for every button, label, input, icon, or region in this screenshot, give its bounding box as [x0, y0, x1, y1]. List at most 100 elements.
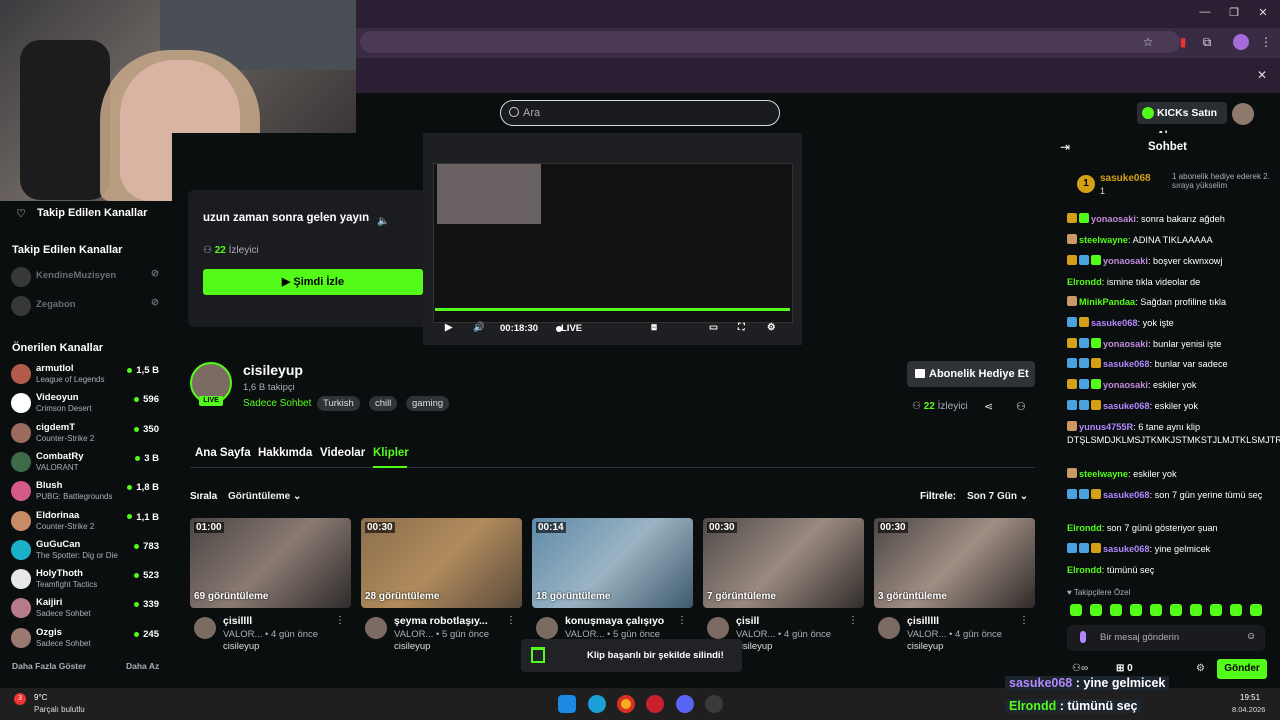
- clip-thumbnail[interactable]: 00:30 3 görüntüleme: [874, 518, 1035, 608]
- clip-title[interactable]: konuşmaya çalışıyo: [565, 615, 664, 627]
- more-options-icon[interactable]: ⋮: [677, 615, 687, 626]
- clip-title[interactable]: şeyma robotlaşıy...: [394, 615, 488, 627]
- emote-icon[interactable]: [1190, 604, 1202, 616]
- clip-thumbnail[interactable]: 00:30 7 görüntüleme: [703, 518, 864, 608]
- tab-about[interactable]: Hakkımda: [258, 447, 312, 459]
- chat-username[interactable]: steelwayne: [1079, 235, 1128, 245]
- emote-icon[interactable]: [1150, 604, 1162, 616]
- extension-icon[interactable]: ▮: [1175, 34, 1191, 50]
- address-bar[interactable]: [360, 31, 1180, 53]
- clip-author[interactable]: cisileyup: [907, 641, 943, 652]
- start-menu-icon[interactable]: [558, 695, 576, 713]
- more-options-icon[interactable]: ⋮: [848, 615, 858, 626]
- chat-username[interactable]: sasuke068: [1103, 401, 1150, 411]
- more-options-icon[interactable]: ⋮: [1019, 615, 1029, 626]
- weather-temp[interactable]: 9°C: [34, 693, 47, 702]
- fullscreen-icon[interactable]: ⛶: [738, 322, 745, 333]
- channel-tag[interactable]: Turkish: [317, 396, 360, 411]
- clip-author-avatar[interactable]: [194, 617, 216, 639]
- recommended-channel[interactable]: Ozgis Sadece Sohbet 245: [0, 626, 172, 655]
- recommended-channel[interactable]: Blush PUBG: Battlegrounds 1,8 B: [0, 479, 172, 508]
- recommended-channel[interactable]: GuGuCan The Spotter: Dig or Die 783: [0, 538, 172, 567]
- recommended-channel[interactable]: Eldorinaa Counter-Strike 2 1,1 B: [0, 509, 172, 538]
- edge-icon[interactable]: [588, 695, 606, 713]
- gift-subscription-button[interactable]: Abonelik Hediye Et: [907, 361, 1035, 387]
- mic-icon[interactable]: [1080, 631, 1086, 643]
- clip-thumbnail[interactable]: 00:30 28 görüntüleme: [361, 518, 522, 608]
- emote-icon[interactable]: [1130, 604, 1142, 616]
- chat-message-input[interactable]: Bir mesaj gönderin: [1067, 625, 1265, 651]
- pinned-user[interactable]: sasuke068: [1100, 173, 1151, 184]
- followed-channel[interactable]: Zegabon ⊘: [0, 294, 172, 323]
- browser-menu-icon[interactable]: ⋮: [1258, 34, 1274, 50]
- minimize-icon[interactable]: —: [1195, 6, 1215, 18]
- emote-icon[interactable]: [1170, 604, 1182, 616]
- chat-username[interactable]: steelwayne: [1079, 469, 1128, 479]
- bookmark-star-icon[interactable]: ☆: [1140, 34, 1156, 50]
- clip-card[interactable]: 00:30 7 görüntüleme çisill VALOR... • 4 gün…: [703, 518, 864, 653]
- channel-tag[interactable]: gaming: [406, 396, 450, 411]
- chat-username[interactable]: yonaosaki: [1103, 339, 1148, 349]
- chat-username[interactable]: sasuke068: [1103, 359, 1150, 369]
- chat-username[interactable]: yonaosaki: [1103, 380, 1148, 390]
- tab-clips[interactable]: Klipler: [373, 447, 409, 459]
- chat-username[interactable]: Elrondd: [1067, 565, 1102, 575]
- clip-title[interactable]: çisilllll: [907, 615, 939, 627]
- clip-card[interactable]: 00:30 3 görüntüleme çisilllll VALOR... • 4 …: [874, 518, 1035, 653]
- clip-author-avatar[interactable]: [878, 617, 900, 639]
- recommended-channel[interactable]: HolyThoth Teamfight Tactics 523: [0, 567, 172, 596]
- emoji-icon[interactable]: ☺: [1246, 631, 1256, 642]
- recommended-channel[interactable]: cigdemT Counter-Strike 2 350: [0, 421, 172, 450]
- clip-title[interactable]: çisillll: [223, 615, 252, 627]
- more-options-icon[interactable]: ⋮: [506, 615, 516, 626]
- chat-username[interactable]: yonaosaki: [1103, 256, 1148, 266]
- clip-author-avatar[interactable]: [707, 617, 729, 639]
- recommended-channel[interactable]: Videoyun Crimson Desert 596: [0, 391, 172, 420]
- emote-icon[interactable]: [1210, 604, 1222, 616]
- infobar-close-icon[interactable]: ✕: [1257, 68, 1267, 82]
- recommended-channel[interactable]: Kaijiri Sadece Sohbet 339: [0, 596, 172, 625]
- tab-home[interactable]: Ana Sayfa: [195, 447, 251, 459]
- followed-channel[interactable]: KendineMuzisyen ⊘: [0, 265, 172, 294]
- video-player[interactable]: ▶ 🔊 00:18:30 LIVE ⧈ ▭ ⛶ ⚙: [423, 133, 802, 345]
- clip-card[interactable]: 01:00 69 görüntüleme çisillll VALOR... • 4 …: [190, 518, 351, 653]
- clock-date[interactable]: 8.04.2026: [1232, 705, 1265, 714]
- recommended-channel[interactable]: armutlol League of Legends 1,5 B: [0, 362, 172, 391]
- weather-desc[interactable]: Parçalı bulutlu: [34, 705, 85, 714]
- show-less-link[interactable]: Daha Az: [126, 661, 159, 671]
- clip-author-avatar[interactable]: [365, 617, 387, 639]
- emote-icon[interactable]: [1250, 604, 1262, 616]
- close-icon[interactable]: ✕: [1253, 6, 1273, 19]
- chat-username[interactable]: MinikPandaa: [1079, 297, 1135, 307]
- progress-bar[interactable]: [435, 308, 790, 311]
- clip-card[interactable]: 00:14 18 görüntüleme konuşmaya çalışıyo VAL…: [532, 518, 693, 653]
- clip-thumbnail[interactable]: 01:00 69 görüntüleme: [190, 518, 351, 608]
- filter-dropdown[interactable]: Son 7 Gün ⌄: [967, 491, 1028, 502]
- chat-username[interactable]: sasuke068: [1091, 318, 1138, 328]
- emote-icon[interactable]: [1090, 604, 1102, 616]
- chat-username[interactable]: sasuke068: [1103, 544, 1150, 554]
- profile-icon[interactable]: [1233, 34, 1249, 50]
- followed-section-header[interactable]: Takip Edilen Kanallar: [37, 207, 147, 219]
- clip-icon[interactable]: ⧈: [651, 322, 657, 333]
- users-icon[interactable]: ⚇∞: [1072, 663, 1088, 674]
- search-input[interactable]: Ara: [500, 100, 780, 126]
- recommended-channel[interactable]: CombatRy VALORANT 3 B: [0, 450, 172, 479]
- kicks-buy-button[interactable]: KICKs Satın Al: [1137, 102, 1227, 141]
- chat-username[interactable]: sasuke068: [1103, 490, 1150, 500]
- points-display[interactable]: ⊞ 0: [1116, 663, 1133, 674]
- chat-username[interactable]: yunus4755R: [1079, 422, 1133, 432]
- show-more-link[interactable]: Daha Fazla Göster: [12, 661, 86, 671]
- volume-icon[interactable]: 🔈: [377, 216, 389, 227]
- chat-username[interactable]: yonaosaki: [1091, 214, 1136, 224]
- chat-username[interactable]: Elrondd: [1067, 523, 1102, 533]
- emote-icon[interactable]: [1110, 604, 1122, 616]
- chrome-icon[interactable]: [617, 695, 635, 713]
- watch-now-button[interactable]: ▶ Şimdi İzle: [203, 269, 423, 295]
- maximize-icon[interactable]: ❐: [1224, 6, 1244, 19]
- clip-author[interactable]: cisileyup: [223, 641, 259, 652]
- play-button-icon[interactable]: ▶: [445, 322, 452, 333]
- emote-icon[interactable]: [1230, 604, 1242, 616]
- discord-icon[interactable]: [676, 695, 694, 713]
- chat-settings-icon[interactable]: ⚙: [1196, 663, 1205, 674]
